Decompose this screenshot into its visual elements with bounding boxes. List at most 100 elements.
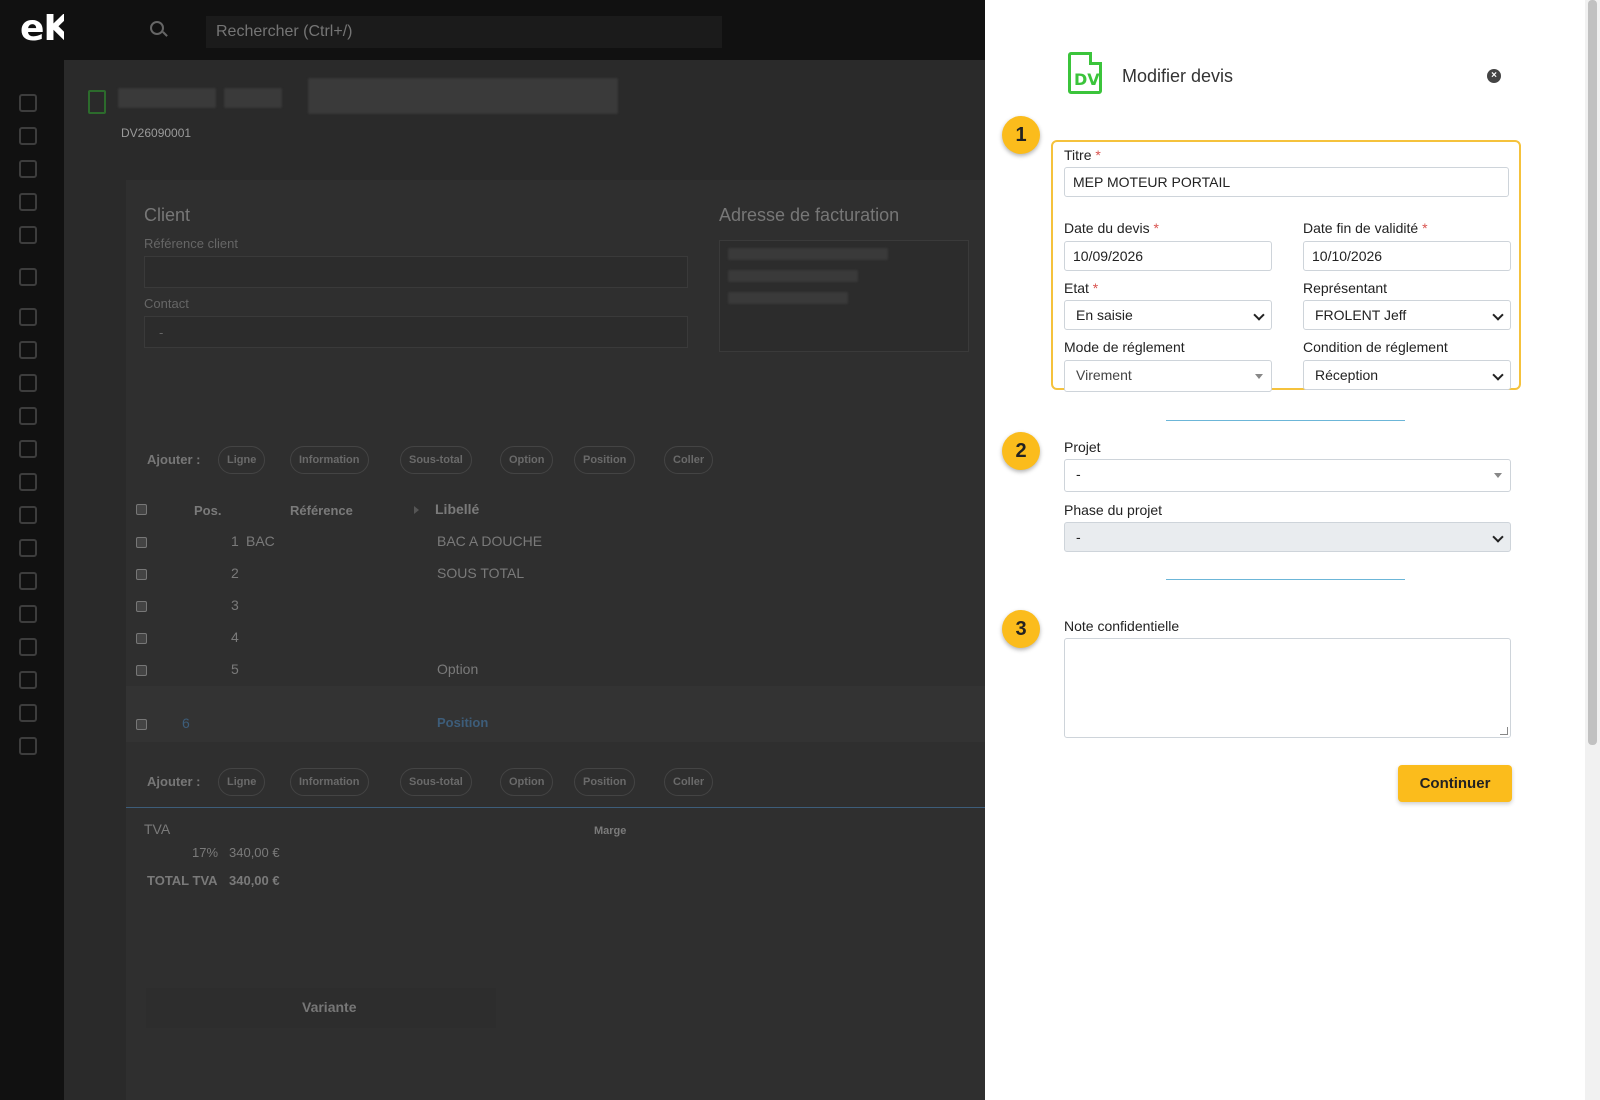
phase-projet-select[interactable]: - bbox=[1064, 522, 1511, 552]
home-icon[interactable] bbox=[19, 94, 37, 112]
team-icon[interactable] bbox=[19, 572, 37, 590]
continue-button[interactable]: Continuer bbox=[1398, 765, 1512, 802]
add-label: Ajouter : bbox=[147, 452, 201, 467]
calendar-icon[interactable] bbox=[19, 226, 37, 244]
add-information-button[interactable]: Information bbox=[290, 768, 369, 796]
variante-label: Variante bbox=[302, 999, 357, 1015]
tva-amount: 340,00 € bbox=[229, 845, 280, 860]
representant-value: FROLENT Jeff bbox=[1315, 307, 1407, 323]
condition-reglement-label: Condition de réglement bbox=[1303, 339, 1448, 355]
folder-icon[interactable] bbox=[19, 341, 37, 359]
note-textarea[interactable] bbox=[1064, 638, 1511, 738]
add-position-button[interactable]: Position bbox=[574, 446, 636, 474]
add-subtotal-button[interactable]: Sous-total bbox=[400, 446, 472, 474]
stopwatch-icon[interactable] bbox=[19, 506, 37, 524]
caret-down-icon bbox=[1255, 374, 1263, 379]
condition-reglement-select[interactable]: Réception bbox=[1303, 360, 1511, 390]
resize-grip-icon[interactable] bbox=[1500, 727, 1508, 735]
warehouse-icon[interactable] bbox=[19, 440, 37, 458]
row-checkbox[interactable] bbox=[136, 601, 147, 612]
condition-reglement-value: Réception bbox=[1315, 367, 1379, 383]
chevron-down-icon bbox=[1492, 369, 1504, 381]
calculator-icon[interactable] bbox=[19, 737, 37, 755]
date-fin-label: Date fin de validité * bbox=[1303, 220, 1428, 236]
add-line-button[interactable]: Ligne bbox=[218, 768, 266, 796]
expand-icon[interactable] bbox=[414, 506, 419, 514]
search-input[interactable] bbox=[206, 16, 722, 48]
row-checkbox[interactable] bbox=[136, 633, 147, 644]
add-option-button[interactable]: Option bbox=[500, 768, 554, 796]
row-reference: BAC bbox=[246, 533, 275, 549]
quote-page-background: DV26090001 Client Référence client Conta… bbox=[64, 60, 985, 1100]
projet-label: Projet bbox=[1064, 439, 1101, 455]
row-pos: 1 bbox=[231, 533, 239, 549]
add-line-button[interactable]: Ligne bbox=[218, 446, 266, 474]
step-badge-1: 1 bbox=[1002, 116, 1040, 154]
date-fin-input[interactable] bbox=[1303, 241, 1511, 271]
phase-projet-label: Phase du projet bbox=[1064, 502, 1163, 518]
row-checkbox[interactable] bbox=[136, 719, 147, 730]
settings-icon[interactable] bbox=[19, 671, 37, 689]
marge-link[interactable]: Marge bbox=[594, 825, 626, 837]
row-pos: 4 bbox=[231, 629, 239, 645]
projet-select[interactable]: - bbox=[1064, 459, 1511, 492]
document-icon[interactable] bbox=[19, 160, 37, 178]
reference-input[interactable] bbox=[144, 256, 688, 288]
caret-down-icon bbox=[1494, 473, 1502, 478]
tasks-icon[interactable] bbox=[19, 407, 37, 425]
date-devis-label: Date du devis * bbox=[1064, 220, 1159, 236]
tva-rate: 17% bbox=[192, 845, 219, 860]
paste-button[interactable]: Coller bbox=[664, 768, 714, 796]
client-heading: Client bbox=[144, 205, 191, 225]
tools-icon[interactable] bbox=[19, 473, 37, 491]
representant-select[interactable]: FROLENT Jeff bbox=[1303, 300, 1511, 330]
add-option-button[interactable]: Option bbox=[500, 446, 554, 474]
etat-select[interactable]: En saisie bbox=[1064, 300, 1272, 330]
row-pos: 6 bbox=[182, 715, 190, 731]
chevron-down-icon bbox=[1492, 309, 1504, 321]
row-checkbox[interactable] bbox=[136, 665, 147, 676]
contact-label: Contact bbox=[144, 296, 189, 311]
bar-chart-icon[interactable] bbox=[19, 605, 37, 623]
section-divider bbox=[1166, 420, 1405, 421]
mode-reglement-value: Virement bbox=[1076, 367, 1132, 383]
scrollbar-thumb[interactable] bbox=[1588, 0, 1597, 745]
contact-select[interactable]: - bbox=[144, 316, 688, 348]
date-devis-input[interactable] bbox=[1064, 241, 1272, 271]
blurred-title bbox=[224, 88, 282, 108]
variante-button[interactable]: Variante bbox=[146, 988, 496, 1028]
mode-reglement-select[interactable]: Virement bbox=[1064, 360, 1272, 392]
pie-chart-icon[interactable] bbox=[19, 704, 37, 722]
add-position-button[interactable]: Position bbox=[574, 768, 636, 796]
representant-label: Représentant bbox=[1303, 280, 1388, 296]
select-all-checkbox[interactable] bbox=[136, 504, 147, 515]
row-label: Position bbox=[437, 715, 489, 730]
row-checkbox[interactable] bbox=[136, 569, 147, 580]
etat-label: Etat * bbox=[1064, 280, 1099, 296]
quote-file-icon: DV bbox=[1068, 52, 1102, 94]
quote-file-icon-text: DV bbox=[1074, 70, 1100, 89]
pos-header: Pos. bbox=[194, 503, 222, 518]
row-checkbox[interactable] bbox=[136, 537, 147, 548]
chevron-down-icon bbox=[1492, 531, 1504, 543]
titre-input[interactable] bbox=[1064, 167, 1509, 197]
row-pos: 2 bbox=[231, 565, 239, 581]
blurred-client bbox=[308, 78, 618, 114]
paste-button[interactable]: Coller bbox=[664, 446, 714, 474]
add-information-button[interactable]: Information bbox=[290, 446, 369, 474]
chevron-down-icon bbox=[1253, 309, 1265, 321]
row-label: SOUS TOTAL bbox=[437, 565, 525, 581]
row-label: BAC A DOUCHE bbox=[437, 533, 543, 549]
list-icon[interactable] bbox=[19, 308, 37, 326]
blurred-title bbox=[118, 88, 216, 108]
contact-card-icon[interactable] bbox=[19, 539, 37, 557]
add-icon[interactable] bbox=[19, 127, 37, 145]
planning-icon[interactable] bbox=[19, 374, 37, 392]
close-icon[interactable]: × bbox=[1487, 69, 1501, 83]
step-badge-2: 2 bbox=[1002, 432, 1040, 470]
search-menu-icon[interactable] bbox=[19, 638, 37, 656]
billing-heading: Adresse de facturation bbox=[719, 205, 900, 225]
add-subtotal-button[interactable]: Sous-total bbox=[400, 768, 472, 796]
calendar-check-icon[interactable] bbox=[19, 268, 37, 286]
export-icon[interactable] bbox=[19, 193, 37, 211]
